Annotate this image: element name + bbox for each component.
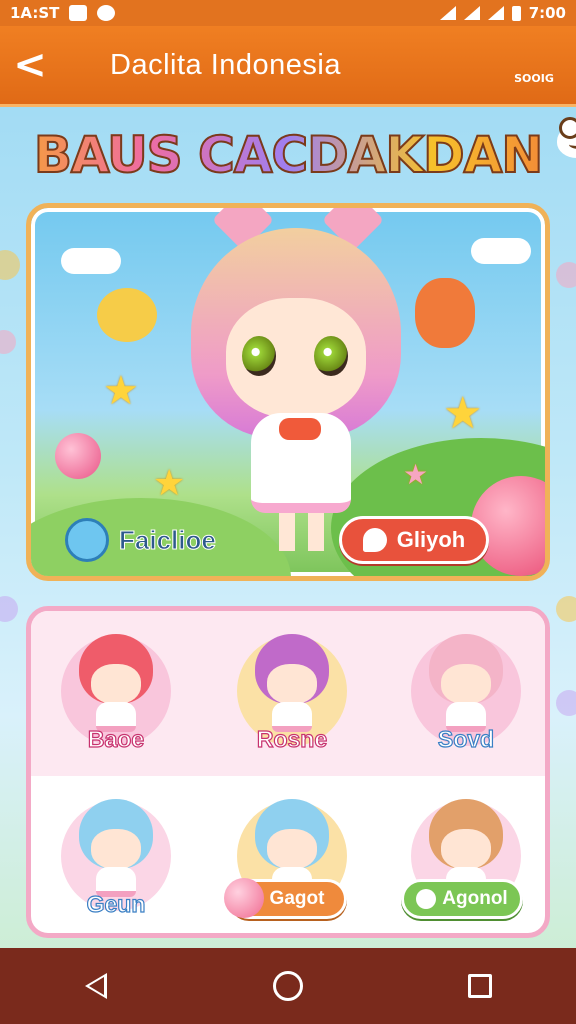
decor-dot bbox=[0, 250, 20, 280]
decor-dot bbox=[556, 262, 576, 288]
character-pill-button[interactable]: Agonol bbox=[401, 879, 523, 919]
character-card[interactable]: Rosne bbox=[217, 616, 367, 766]
back-arrow-icon[interactable]: < bbox=[0, 26, 60, 104]
star-icon: ★ bbox=[443, 388, 483, 439]
character-card[interactable]: Geun bbox=[41, 781, 191, 931]
status-bar: 1A:ST 7:00 bbox=[0, 0, 576, 26]
character-card[interactable]: Baoe bbox=[41, 616, 191, 766]
globe-icon bbox=[65, 518, 109, 562]
main-character-illustration bbox=[181, 208, 411, 553]
nav-home-button[interactable] bbox=[253, 956, 323, 1016]
character-label: Baoe bbox=[87, 725, 145, 752]
hero-right-button[interactable]: Gliyoh bbox=[339, 516, 489, 564]
decor-dot bbox=[0, 330, 16, 354]
wifi-icon bbox=[439, 6, 456, 20]
status-clock: 7:00 bbox=[528, 4, 566, 22]
hero-card[interactable]: ★ ★ ★ ★ Faiclioe Gliyoh bbox=[26, 203, 550, 581]
orange-chibi-icon bbox=[415, 278, 475, 348]
signal-icon bbox=[487, 6, 504, 20]
mascot-caption: SOOIG bbox=[514, 72, 554, 85]
status-time: 1A:ST bbox=[10, 4, 60, 22]
page-headline: BAUS CACDAKDAN bbox=[0, 125, 576, 185]
character-card[interactable]: Sovd bbox=[391, 616, 541, 766]
cloud-decor bbox=[471, 238, 531, 264]
notification-icon bbox=[97, 5, 116, 21]
pink-balloon-icon bbox=[55, 433, 101, 479]
notification-icon bbox=[69, 5, 88, 21]
hero-right-label: Gliyoh bbox=[396, 527, 466, 552]
character-label: Geun bbox=[86, 890, 146, 917]
decor-dot bbox=[556, 690, 576, 716]
frog-mascot-icon[interactable]: SOOIG bbox=[506, 34, 576, 158]
triangle-back-icon bbox=[85, 973, 107, 999]
nav-back-button[interactable] bbox=[61, 956, 131, 1016]
chat-icon bbox=[362, 528, 387, 552]
signal-icon bbox=[463, 6, 480, 20]
cloud-decor bbox=[61, 248, 121, 274]
character-grid: Baoe Rosne Sovd Geun Gagot Agonol bbox=[26, 606, 550, 938]
ball-icon bbox=[224, 878, 264, 918]
system-nav-bar bbox=[0, 948, 576, 1024]
app-title: Daclita Indonesia bbox=[110, 48, 341, 81]
hero-left-button[interactable]: Faiclioe bbox=[61, 516, 230, 564]
star-icon: ★ bbox=[103, 368, 139, 414]
circle-home-icon bbox=[273, 971, 303, 1001]
leaf-icon bbox=[416, 889, 437, 909]
hero-left-label: Faiclioe bbox=[119, 524, 217, 555]
decor-dot bbox=[556, 596, 576, 622]
square-recents-icon bbox=[468, 974, 492, 998]
nav-recents-button[interactable] bbox=[445, 956, 515, 1016]
app-bar: < Daclita Indonesia SOOIG bbox=[0, 26, 576, 158]
character-label: Agonol bbox=[442, 888, 508, 909]
character-label: Gagot bbox=[269, 888, 325, 909]
yellow-sprite-icon bbox=[97, 288, 157, 342]
battery-icon bbox=[511, 5, 521, 21]
character-pill-button[interactable]: Gagot bbox=[224, 878, 347, 919]
character-label: Sovd bbox=[437, 725, 495, 752]
decor-dot bbox=[0, 596, 18, 622]
character-label: Rosne bbox=[256, 725, 328, 752]
